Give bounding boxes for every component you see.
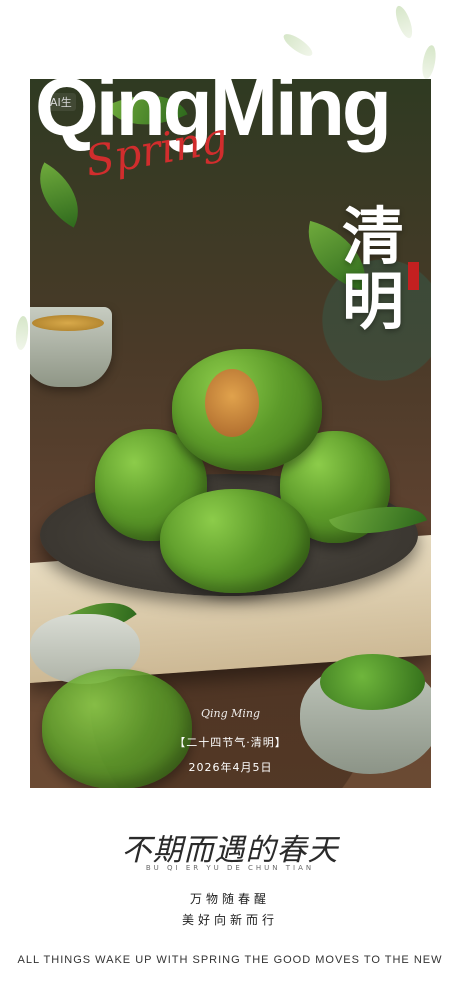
footer-tagline: ALL THINGS WAKE UP WITH SPRING THE GOOD … [17, 954, 443, 966]
decor-leaf-4 [14, 315, 30, 351]
bowl-buns [320, 654, 425, 710]
solar-term: 【二十四节气·清明】 [174, 736, 287, 749]
slogan-line-2: 美好向新而行 [181, 913, 278, 927]
poster-image: QingMing Spring AI生 清 明 Qing Ming 【二十四节气… [30, 79, 431, 788]
vertical-title-line1: 清 [341, 200, 404, 273]
vertical-title: 清 明 [333, 204, 413, 334]
date-text: 2026年4月5日 [188, 761, 273, 774]
script-small: Qing Ming [200, 707, 261, 720]
decor-leaf-3 [420, 44, 438, 80]
ai-badge: AI生 [46, 93, 76, 111]
tea-liquid [32, 315, 104, 331]
green-bun-front [160, 489, 310, 593]
bun-filling [205, 369, 259, 437]
decor-leaf-2 [392, 3, 416, 41]
calligraphy-title: 不期而遇的春天 [121, 833, 339, 868]
leaf-left [30, 162, 95, 228]
red-seal [408, 262, 419, 290]
decor-leaf-1 [280, 30, 316, 60]
slogan-line-1: 万物随春醒 [189, 892, 270, 906]
vertical-title-line2: 明 [341, 265, 404, 339]
calligraphy-caption: BU QI ER YU DE CHUN TIAN [145, 864, 315, 872]
